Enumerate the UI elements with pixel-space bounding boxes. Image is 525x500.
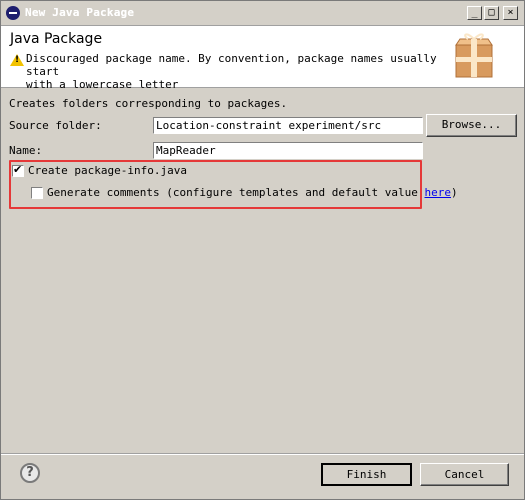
footer-separator: [1, 453, 524, 455]
generate-comments-suffix: ): [451, 186, 458, 199]
eclipse-icon: [6, 6, 20, 20]
browse-button-label: Browse...: [441, 118, 502, 131]
title-bar[interactable]: New Java Package _ □ ×: [1, 1, 524, 26]
name-label: Name:: [9, 144, 43, 157]
create-package-info-label[interactable]: Create package-info.java: [28, 164, 187, 177]
minimize-button[interactable]: _: [467, 6, 482, 20]
header-message-line-1: Discouraged package name. By convention,…: [26, 52, 437, 78]
source-folder-label: Source folder:: [9, 119, 102, 132]
dialog-window: New Java Package _ □ × Java Package Disc…: [0, 0, 525, 500]
cancel-button-label: Cancel: [444, 468, 485, 481]
finish-button[interactable]: Finish: [321, 463, 412, 486]
help-icon[interactable]: ?: [20, 463, 40, 483]
window-title: New Java Package: [25, 6, 135, 19]
here-link[interactable]: here: [425, 186, 452, 199]
finish-button-label: Finish: [346, 468, 387, 481]
wizard-header: Java Package Discouraged package name. B…: [1, 26, 524, 91]
close-button[interactable]: ×: [503, 6, 518, 20]
header-message: Discouraged package name. By convention,…: [26, 52, 441, 91]
cancel-button[interactable]: Cancel: [420, 463, 509, 486]
generate-comments-label[interactable]: Generate comments (configure templates a…: [47, 186, 425, 199]
warning-triangle-icon: [10, 54, 24, 66]
create-package-info-checkbox[interactable]: [12, 164, 24, 177]
browse-button[interactable]: Browse...: [426, 114, 517, 137]
package-box-icon: [455, 33, 493, 78]
page-title: Java Package: [10, 31, 103, 47]
maximize-button[interactable]: □: [484, 6, 499, 20]
generate-comments-text: Generate comments (configure templates a…: [47, 186, 458, 199]
name-field[interactable]: MapReader: [153, 142, 423, 159]
header-message-line-2: with a lowercase letter: [26, 78, 179, 91]
generate-comments-checkbox[interactable]: [31, 187, 43, 199]
page-description: Creates folders corresponding to package…: [9, 97, 288, 110]
source-folder-field[interactable]: Location-constraint experiment/src: [153, 117, 423, 134]
